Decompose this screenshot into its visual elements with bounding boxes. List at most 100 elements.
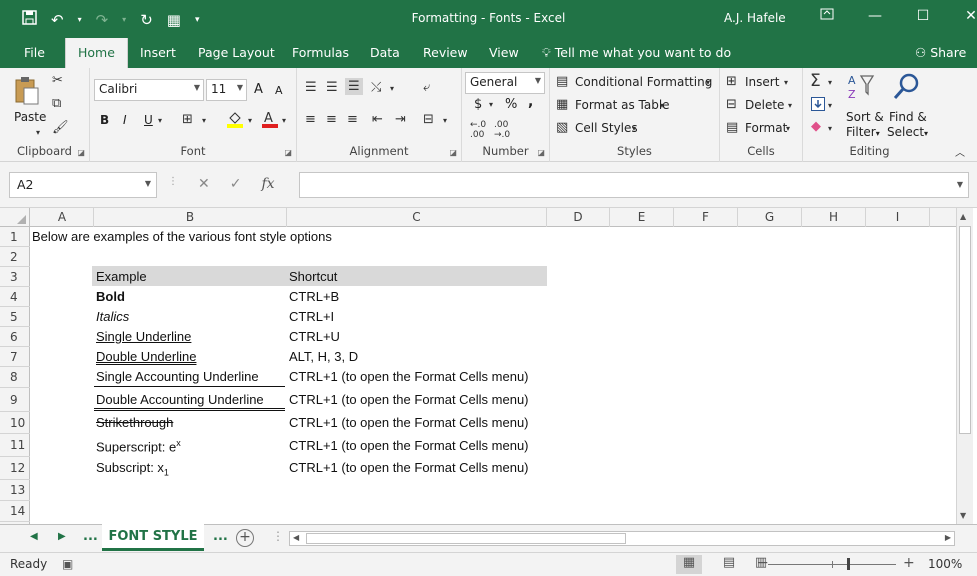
- fill-dropdown-icon[interactable]: ▾: [828, 101, 832, 110]
- row-header[interactable]: 8: [0, 367, 30, 388]
- format-painter-icon[interactable]: 🖌︎: [52, 120, 69, 135]
- paste-label[interactable]: Paste: [14, 110, 46, 124]
- increase-decimal-icon[interactable]: ←.0.00: [470, 120, 486, 140]
- align-right-icon[interactable]: ≡: [347, 112, 358, 127]
- column-header-d[interactable]: D: [547, 208, 610, 227]
- shortcut-double-accounting-underline[interactable]: CTRL+1 (to open the Format Cells menu): [289, 392, 529, 407]
- collapse-ribbon-icon[interactable]: ︿: [955, 144, 965, 159]
- column-header-f[interactable]: F: [674, 208, 738, 227]
- row-header[interactable]: 6: [0, 327, 30, 347]
- scroll-left-icon[interactable]: ◀: [293, 533, 299, 542]
- conditional-dropdown-icon[interactable]: ▾: [706, 78, 710, 87]
- share-button[interactable]: ⚇ Share: [915, 38, 966, 68]
- font-color-icon[interactable]: A: [262, 110, 278, 132]
- format-cells-button[interactable]: Format: [745, 121, 787, 135]
- align-left-icon[interactable]: ≡: [305, 112, 316, 127]
- find-select-icon[interactable]: [891, 72, 921, 106]
- macro-recording-icon[interactable]: ▣: [62, 557, 73, 571]
- conditional-formatting-button[interactable]: Conditional Formatting: [575, 75, 712, 89]
- underline-dropdown-icon[interactable]: ▾: [158, 116, 162, 125]
- grow-font-button[interactable]: A: [254, 82, 263, 97]
- minimize-icon[interactable]: —: [851, 8, 899, 24]
- horizontal-scrollbar[interactable]: ◀ ▶: [289, 531, 955, 546]
- align-top-icon[interactable]: ☰: [305, 80, 317, 95]
- horizontal-scroll-thumb[interactable]: [306, 533, 626, 544]
- fill-icon[interactable]: [811, 97, 825, 115]
- vertical-scrollbar[interactable]: ▲ ▼: [956, 208, 973, 524]
- example-subscript[interactable]: Subscript: x1: [96, 460, 169, 478]
- scroll-down-icon[interactable]: ▼: [960, 511, 966, 520]
- italic-button[interactable]: I: [123, 113, 127, 127]
- sort-filter-icon[interactable]: AZ: [847, 72, 877, 106]
- row-header[interactable]: 4: [0, 287, 30, 307]
- merge-dropdown-icon[interactable]: ▾: [443, 116, 447, 125]
- font-color-dropdown-icon[interactable]: ▾: [282, 116, 286, 125]
- increase-indent-icon[interactable]: ⇥: [395, 112, 406, 127]
- font-size-select[interactable]: 11 ▼: [206, 79, 247, 101]
- shortcut-strikethrough[interactable]: CTRL+1 (to open the Format Cells menu): [289, 415, 529, 430]
- example-italics[interactable]: Italics: [96, 309, 129, 324]
- tab-data[interactable]: Data: [358, 38, 412, 68]
- column-header-c[interactable]: C: [287, 208, 547, 227]
- autosum-icon[interactable]: Σ: [810, 71, 821, 91]
- expand-formula-icon[interactable]: ▼: [957, 180, 963, 189]
- percent-button[interactable]: %: [505, 97, 517, 112]
- number-format-select[interactable]: General ▼: [465, 72, 545, 94]
- row-header[interactable]: 7: [0, 347, 30, 367]
- zoom-in-icon[interactable]: +: [903, 555, 915, 571]
- column-header-b[interactable]: B: [94, 208, 287, 227]
- wrap-text-icon[interactable]: ⤶: [423, 80, 430, 95]
- cell-styles-dropdown-icon[interactable]: ▾: [632, 124, 636, 133]
- sort-label[interactable]: Sort &: [846, 110, 884, 124]
- column-header-e[interactable]: E: [610, 208, 674, 227]
- zoom-out-icon[interactable]: −: [757, 555, 769, 571]
- delete-cells-button[interactable]: Delete: [745, 98, 784, 112]
- chevron-down-icon[interactable]: ▼: [145, 179, 151, 188]
- delete-dropdown-icon[interactable]: ▾: [788, 101, 792, 110]
- more-sheets-right[interactable]: ...: [213, 529, 228, 544]
- borders-icon[interactable]: ⊞: [182, 112, 193, 127]
- fill-color-dropdown-icon[interactable]: ▾: [248, 116, 252, 125]
- clear-icon[interactable]: ◆: [811, 119, 821, 134]
- alignment-launcher-icon[interactable]: ◪: [449, 148, 457, 157]
- shortcut-superscript[interactable]: CTRL+1 (to open the Format Cells menu): [289, 438, 529, 453]
- tab-page-layout[interactable]: Page Layout: [186, 38, 287, 68]
- scroll-right-icon[interactable]: ▶: [945, 533, 951, 542]
- prev-sheet-icon[interactable]: ◀: [30, 531, 38, 542]
- example-double-accounting-underline[interactable]: Double Accounting Underline: [96, 392, 264, 407]
- insert-function-icon[interactable]: fx: [261, 176, 274, 192]
- shortcut-double-underline[interactable]: ALT, H, 3, D: [289, 349, 358, 364]
- cell-a1[interactable]: Below are examples of the various font s…: [32, 229, 332, 244]
- orientation-dropdown-icon[interactable]: ▾: [390, 84, 394, 93]
- name-box[interactable]: A2 ▼: [9, 172, 157, 198]
- row-header[interactable]: 3: [0, 267, 30, 287]
- currency-dropdown-icon[interactable]: ▾: [489, 100, 493, 109]
- font-name-select[interactable]: Calibri ▼: [94, 79, 204, 101]
- tab-insert[interactable]: Insert: [128, 38, 188, 68]
- enter-icon[interactable]: ✓: [230, 176, 242, 192]
- paste-icon[interactable]: [14, 76, 40, 110]
- more-sheets-left[interactable]: ...: [83, 529, 98, 544]
- normal-view-icon[interactable]: ▦: [676, 555, 702, 574]
- row-header[interactable]: 10: [0, 412, 30, 434]
- shortcut-subscript[interactable]: CTRL+1 (to open the Format Cells menu): [289, 460, 529, 475]
- example-superscript[interactable]: Superscript: ex: [96, 438, 181, 454]
- underline-button[interactable]: U: [144, 113, 153, 127]
- paste-dropdown-icon[interactable]: ▾: [36, 128, 40, 137]
- page-layout-view-icon[interactable]: ▤: [716, 555, 742, 574]
- fill-color-icon[interactable]: [226, 110, 244, 132]
- format-dropdown-icon[interactable]: ▾: [786, 124, 790, 133]
- user-name[interactable]: A.J. Hafele: [724, 11, 786, 25]
- merge-center-icon[interactable]: ⊟: [423, 112, 434, 127]
- header-shortcut[interactable]: Shortcut: [289, 269, 337, 284]
- decrease-decimal-icon[interactable]: .00 →.0: [494, 120, 510, 140]
- table-dropdown-icon[interactable]: ▾: [660, 101, 664, 110]
- select-label[interactable]: Select▾: [887, 125, 928, 139]
- example-bold[interactable]: Bold: [96, 289, 125, 304]
- copy-icon[interactable]: ⧉: [52, 96, 61, 111]
- row-header[interactable]: 2: [0, 247, 30, 267]
- row-header[interactable]: 13: [0, 480, 30, 501]
- borders-dropdown-icon[interactable]: ▾: [202, 116, 206, 125]
- clipboard-launcher-icon[interactable]: ◪: [77, 148, 85, 157]
- row-header[interactable]: 12: [0, 457, 30, 480]
